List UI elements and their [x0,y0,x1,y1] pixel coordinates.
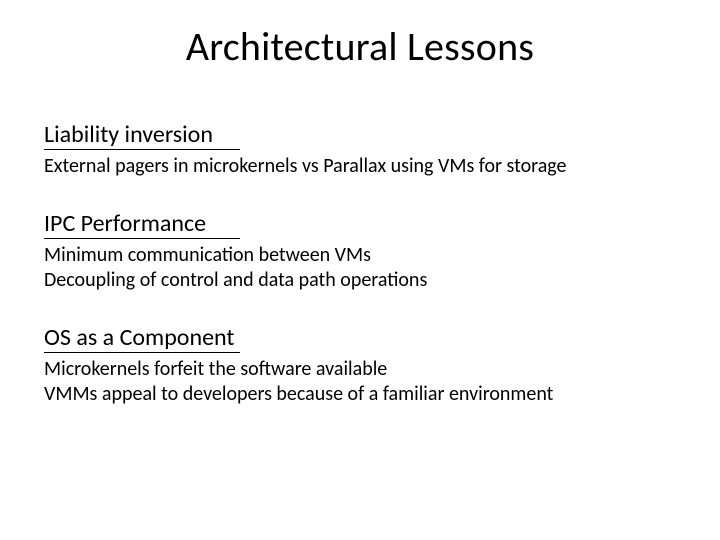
section-heading: OS as a Component [44,323,676,353]
bullet-text: VMMs appeal to developers because of a f… [44,382,676,407]
bullet-text: External pagers in microkernels vs Paral… [44,154,676,179]
slide-title: Architectural Lessons [0,22,720,71]
section-heading: IPC Performance [44,209,676,239]
slide: Architectural Lessons Liability inversio… [0,0,720,540]
slide-body: Liability inversion External pagers in m… [44,120,676,407]
bullet-text: Decoupling of control and data path oper… [44,268,676,293]
spacer [44,179,676,209]
bullet-text: Microkernels forfeit the software availa… [44,357,676,382]
section-heading: Liability inversion [44,120,676,150]
bullet-text: Minimum communication between VMs [44,243,676,268]
spacer [44,293,676,323]
